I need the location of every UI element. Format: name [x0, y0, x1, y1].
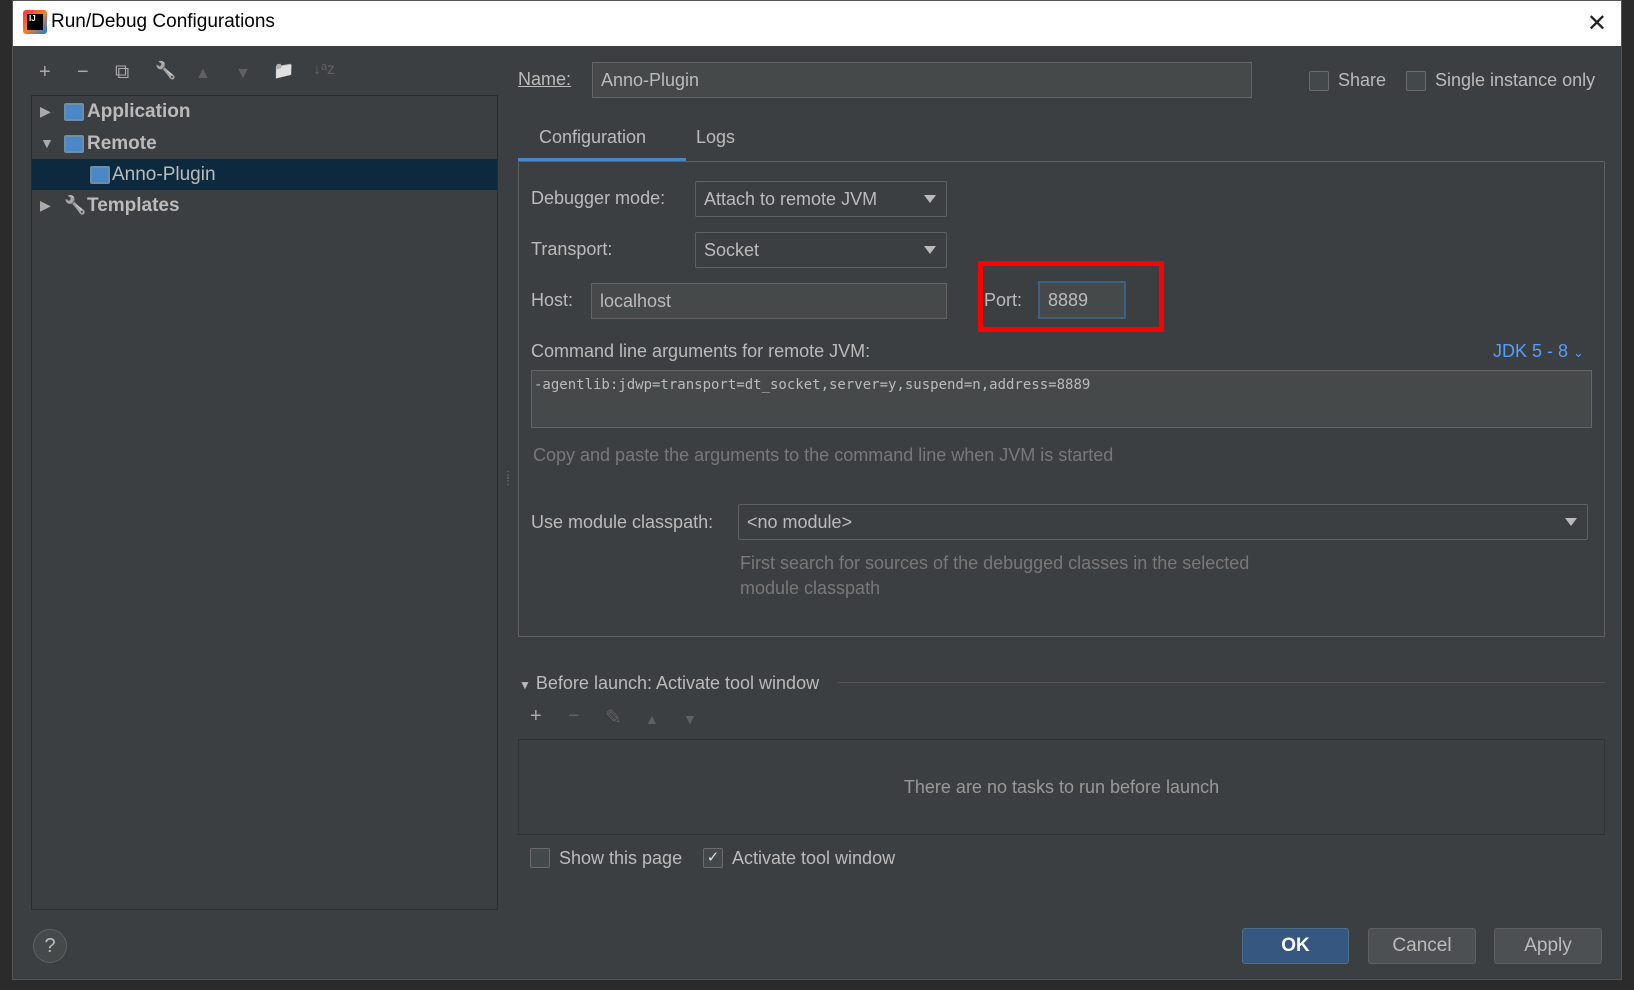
new-folder-button[interactable]: 📁 — [273, 61, 294, 81]
collapse-arrow-icon[interactable]: ▼ — [40, 128, 54, 159]
single-instance-checkbox[interactable] — [1406, 71, 1426, 91]
tab-logs[interactable]: Logs — [696, 127, 735, 148]
share-checkbox[interactable] — [1309, 71, 1329, 91]
title-bar: IJ Run/Debug Configurations ✕ — [13, 1, 1621, 46]
command-line-hint: Copy and paste the arguments to the comm… — [533, 445, 1114, 465]
run-debug-dialog: IJ Run/Debug Configurations ✕ + − ⧉ 🔧 ▲ … — [12, 0, 1622, 980]
activate-tool-window-checkbox[interactable]: ✓ — [703, 848, 723, 868]
module-hint-line2: module classpath — [740, 578, 881, 598]
name-label: Name: — [518, 69, 572, 89]
name-input[interactable]: Anno-Plugin — [592, 62, 1252, 98]
single-instance-label: Single instance only — [1435, 70, 1596, 90]
remote-icon — [64, 135, 84, 153]
transport-label: Transport: — [531, 239, 613, 259]
help-button[interactable]: ? — [33, 929, 67, 963]
expand-arrow-icon[interactable]: ▶ — [40, 190, 51, 221]
dropdown-arrow-icon — [924, 246, 936, 254]
add-task-button[interactable]: + — [530, 705, 542, 728]
tab-configuration[interactable]: Configuration — [539, 127, 646, 148]
wrench-icon: 🔧 — [64, 195, 87, 215]
config-tree: ▶ Application ▼ Remote Anno-Plugin ▶ 🔧 T… — [31, 95, 498, 910]
expand-arrow-icon[interactable]: ▶ — [40, 96, 51, 127]
show-page-label: Show this page — [559, 848, 683, 868]
port-input[interactable]: 8889 — [1038, 281, 1126, 319]
add-config-button[interactable]: + — [39, 61, 51, 84]
module-hint-line1: First search for sources of the debugged… — [740, 553, 1250, 573]
intellij-logo-icon: IJ — [23, 10, 47, 34]
close-icon[interactable]: ✕ — [1587, 9, 1607, 38]
tasks-list: There are no tasks to run before launch — [518, 739, 1605, 835]
remove-task-button[interactable]: − — [568, 705, 580, 728]
dropdown-arrow-icon — [1565, 518, 1577, 526]
before-launch-toggle[interactable]: ▼ Before launch: Activate tool window — [519, 673, 819, 694]
tree-item-templates[interactable]: ▶ 🔧 Templates — [32, 190, 497, 221]
empty-tasks-text: There are no tasks to run before launch — [903, 776, 1220, 797]
collapse-arrow-icon: ▼ — [519, 678, 531, 692]
tree-item-remote[interactable]: ▼ Remote — [32, 128, 497, 159]
port-label: Port: — [984, 290, 1023, 310]
splitter-handle[interactable]: ⋮ ⋮ — [503, 471, 513, 487]
host-input[interactable]: localhost — [591, 283, 947, 319]
activate-tool-window-label: Activate tool window — [732, 848, 896, 868]
window-title: Run/Debug Configurations — [51, 11, 275, 32]
module-classpath-label: Use module classpath: — [531, 512, 714, 532]
jdk-version-link[interactable]: JDK 5 - 8 ⌄ — [1493, 341, 1584, 362]
move-task-up-button[interactable]: ▲ — [645, 711, 659, 727]
sort-button[interactable]: ↓ᵃz — [313, 61, 335, 79]
edit-task-button[interactable]: ✎ — [605, 705, 622, 730]
command-line-textarea[interactable]: -agentlib:jdwp=transport=dt_socket,serve… — [531, 370, 1592, 428]
copy-config-button[interactable]: ⧉ — [115, 61, 129, 84]
separator — [838, 682, 1605, 683]
move-task-down-button[interactable]: ▼ — [683, 711, 697, 727]
tree-item-application[interactable]: ▶ Application — [32, 96, 497, 127]
application-icon — [64, 103, 84, 121]
host-label: Host: — [531, 290, 574, 310]
debugger-mode-combo[interactable]: Attach to remote JVM — [695, 181, 947, 217]
command-line-label: Command line arguments for remote JVM: — [531, 341, 871, 361]
remote-icon — [90, 166, 110, 184]
show-page-checkbox[interactable] — [530, 848, 550, 868]
transport-combo[interactable]: Socket — [695, 232, 947, 268]
move-down-button[interactable]: ▼ — [235, 65, 251, 83]
ok-button[interactable]: OK — [1242, 928, 1349, 964]
module-classpath-combo[interactable]: <no module> — [738, 504, 1588, 540]
cancel-button[interactable]: Cancel — [1368, 928, 1476, 964]
apply-button[interactable]: Apply — [1494, 928, 1602, 964]
move-up-button[interactable]: ▲ — [195, 65, 211, 83]
remove-config-button[interactable]: − — [77, 61, 89, 84]
wrench-icon[interactable]: 🔧 — [155, 61, 176, 81]
share-label: Share — [1338, 70, 1387, 90]
tree-item-anno-plugin[interactable]: Anno-Plugin — [32, 159, 497, 190]
debugger-mode-label: Debugger mode: — [531, 188, 666, 208]
dropdown-arrow-icon — [924, 195, 936, 203]
